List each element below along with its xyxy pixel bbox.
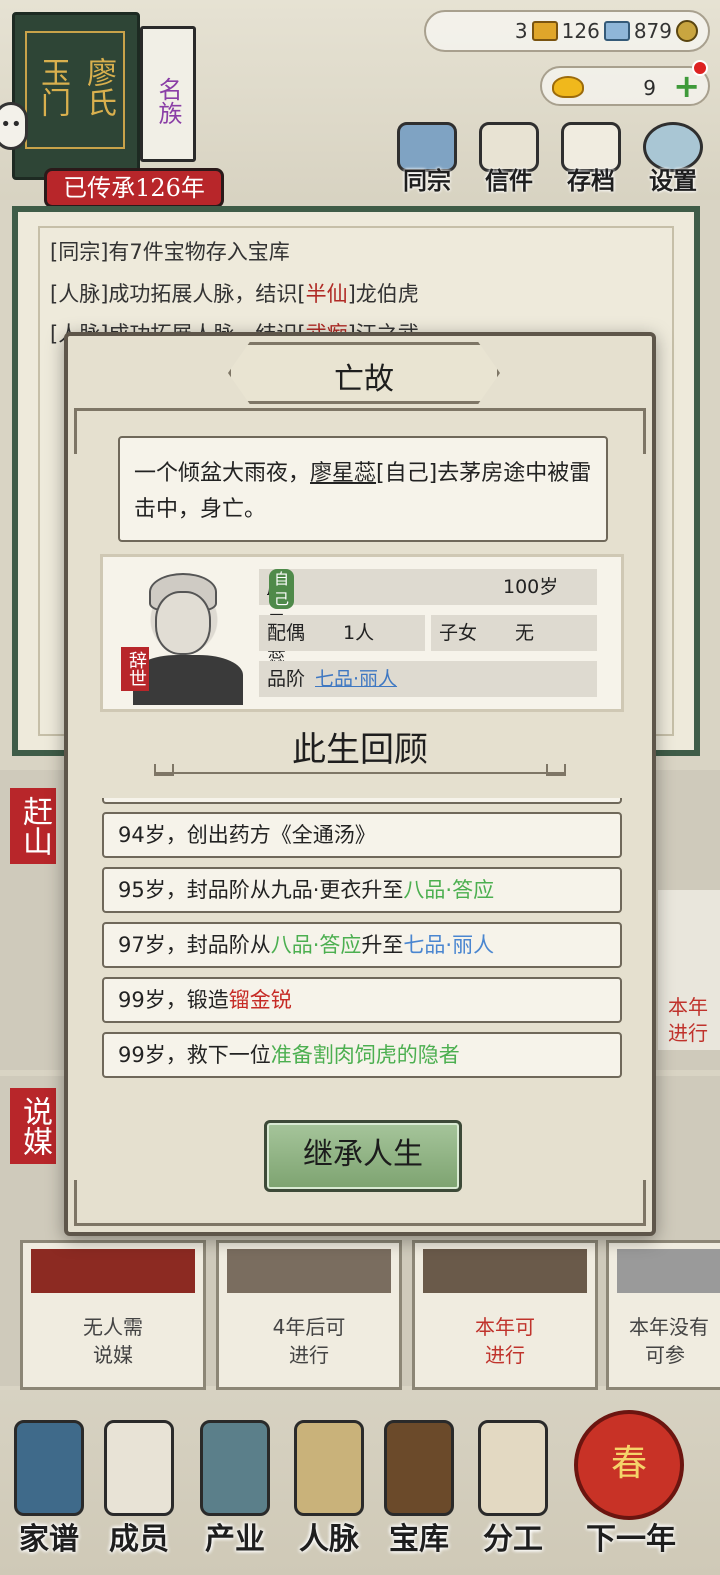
profile-children-row: 子女 无 (431, 615, 597, 651)
life-event-item: 97岁，封品阶从八品·答应升至七品·丽人 (102, 922, 622, 968)
deceased-name-link[interactable]: 廖星蕊 (310, 461, 376, 486)
spouse-value: 1人 (343, 622, 375, 644)
life-event-text: 95岁，封品阶从九品·更衣升至 (118, 878, 404, 902)
dialog-title: 亡故 (334, 362, 394, 397)
death-event-text: 一个倾盆大雨夜，廖星蕊[自己]去茅房途中被雷击中，身亡。 (118, 436, 608, 542)
life-event-item: 99岁，锻造镏金锐 (102, 977, 622, 1023)
death-dialog: 亡故 一个倾盆大雨夜，廖星蕊[自己]去茅房途中被雷击中，身亡。 辞世 廖星蕊自己… (64, 332, 656, 1236)
life-event-item: 95岁，封品阶从九品·更衣升至八品·答应 (102, 867, 622, 913)
profile-spouse-row: 配偶 1人 (259, 615, 425, 651)
inherit-life-button[interactable]: 继承人生 (264, 1120, 462, 1192)
children-value: 无 (515, 622, 535, 644)
profile-rank-row: 品阶 七品·丽人 (259, 661, 597, 697)
life-event-highlight: 八品·答应 (403, 878, 495, 902)
life-event-text: 升至 (361, 933, 404, 957)
deceased-profile-card: 辞世 廖星蕊自己 100岁 配偶 1人 子女 无 品阶 七品·丽人 (100, 554, 624, 712)
life-event-highlight: 八品·答应 (270, 933, 362, 957)
life-event-text: 94岁，创出药方《全通汤》 (118, 823, 376, 847)
rank-label: 品阶 (267, 668, 306, 690)
life-event-highlight: 准备割肉饲虎的隐者 (270, 1043, 460, 1067)
deceased-portrait: 辞世 (115, 563, 253, 705)
life-event-highlight: 镏金锐 (228, 988, 292, 1012)
self-badge: 自己 (269, 569, 295, 609)
life-event-text: 97岁，封品阶从 (118, 933, 271, 957)
profile-name-row: 廖星蕊自己 100岁 (259, 569, 597, 670)
life-event-item: 94岁，创出药方《全通汤》 (102, 812, 622, 858)
life-event-text: 99岁，锻造 (118, 988, 229, 1012)
life-review-divider (154, 764, 566, 776)
profile-age: 100岁 (503, 576, 559, 598)
children-label: 子女 (439, 622, 478, 644)
deceased-stamp: 辞世 (121, 647, 149, 691)
dialog-title-plate: 亡故 (228, 342, 500, 404)
life-events-list[interactable]: 94岁，创出药方《全通汤》 95岁，封品阶从九品·更衣升至八品·答应 97岁，封品阶… (102, 798, 622, 1088)
life-event-highlight: 七品·丽人 (403, 933, 495, 957)
life-event-item: 99岁，救下一位准备割肉饲虎的隐者 (102, 1032, 622, 1078)
life-event-text: 99岁，救下一位 (118, 1043, 271, 1067)
rank-value-link[interactable]: 七品·丽人 (315, 661, 397, 697)
spouse-label: 配偶 (267, 622, 306, 644)
